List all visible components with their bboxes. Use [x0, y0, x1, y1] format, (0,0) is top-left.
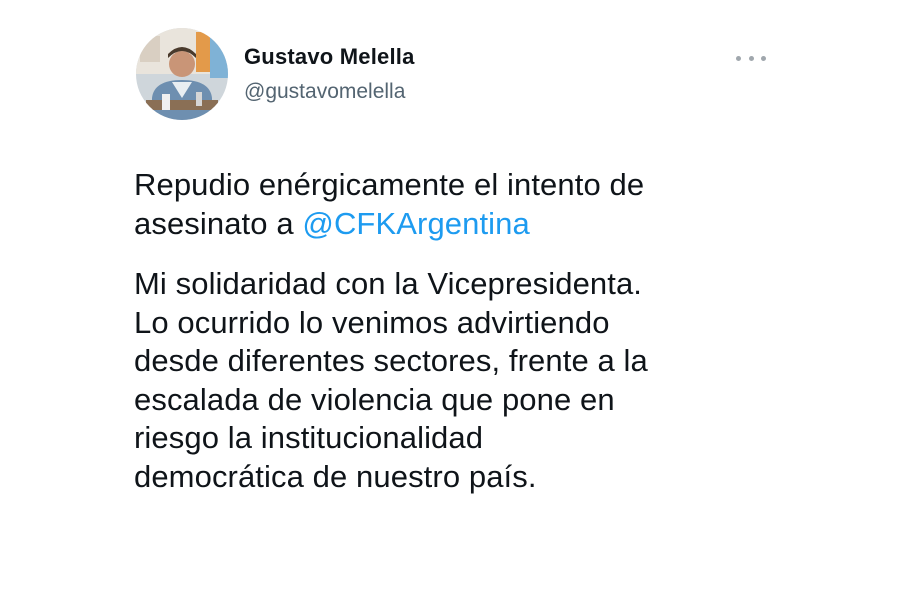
text-line: Lo ocurrido lo venimos advirtiendo — [134, 304, 610, 340]
tweet-paragraph-2: Mi solidaridad con la Vicepresidenta. Lo… — [134, 265, 834, 496]
dot — [736, 55, 741, 61]
text-line: democrática de nuestro país. — [134, 458, 537, 494]
tweet-card: Gustavo Melella @gustavomelella Repudio … — [0, 0, 900, 600]
text-line: desde diferentes sectores, frente a la — [134, 343, 648, 378]
text-line: Repudio enérgicamente el intento de — [134, 167, 645, 202]
tweet-paragraph-1: Repudio enérgicamente el intento de ases… — [134, 166, 834, 243]
user-handle[interactable]: @gustavomelella — [244, 80, 405, 104]
text-line: Mi solidaridad con la Vicepresidenta. — [134, 266, 643, 301]
tweet-text: Repudio enérgicamente el intento de ases… — [134, 166, 834, 496]
text-line: riesgo la institucionalidad — [134, 420, 484, 455]
dot — [761, 55, 766, 61]
display-name[interactable]: Gustavo Melella — [244, 44, 415, 70]
text-line: escalada de violencia que pone en — [134, 381, 615, 417]
text-line: asesinato a — [134, 205, 303, 241]
profile-photo-icon — [136, 28, 228, 120]
more-options-icon[interactable] — [736, 48, 766, 68]
mention-link[interactable]: @CFKArgentina — [302, 206, 529, 241]
dot — [748, 55, 754, 61]
avatar[interactable] — [136, 28, 228, 120]
